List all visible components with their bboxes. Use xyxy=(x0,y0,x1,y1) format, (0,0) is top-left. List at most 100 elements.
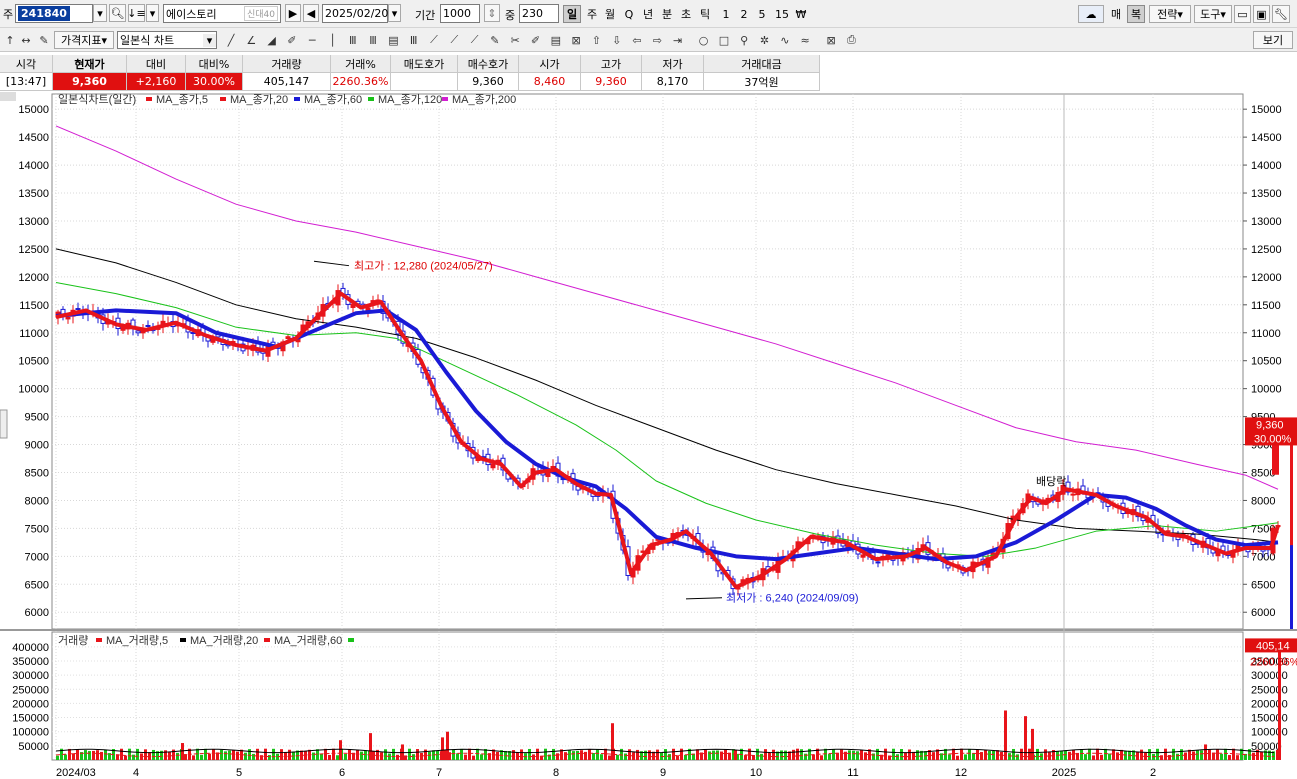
candlestick-chart[interactable]: 6000600065006500700070007500750080008000… xyxy=(0,92,1297,779)
stock-code-input[interactable]: 241840 xyxy=(15,4,93,23)
prev-stock-icon[interactable]: ◀ xyxy=(303,4,319,22)
draw-tool-icon[interactable]: ✐ xyxy=(527,31,545,49)
interval-5[interactable]: 분 xyxy=(658,5,676,23)
volume-bar xyxy=(96,750,99,760)
draw-tool-icon[interactable]: ⟋ xyxy=(445,31,463,49)
interval-12[interactable]: ₩ xyxy=(791,5,811,23)
quote-header: 대비% xyxy=(186,55,243,73)
draw-tool-icon[interactable]: ⚲ xyxy=(735,31,753,49)
next-stock-icon[interactable]: ▶ xyxy=(285,4,301,22)
draw-tool-icon[interactable]: Ⅲ xyxy=(405,31,423,49)
quote-value: 37억원 xyxy=(704,73,820,91)
tools-button[interactable]: 도구 ▾ xyxy=(1194,5,1232,23)
volume-bar xyxy=(568,750,571,760)
draw-tool-icon[interactable]: ≈ xyxy=(796,31,814,49)
volume-bar xyxy=(132,754,135,760)
legend-label: MA_종가,200 xyxy=(452,93,516,106)
interval-2[interactable]: 월 xyxy=(601,5,619,23)
draw-tool-icon[interactable]: ⇥ xyxy=(669,31,687,49)
interval-6[interactable]: 초 xyxy=(677,5,695,23)
draw-tool-icon[interactable]: ⟋ xyxy=(425,31,443,49)
draw-tool-icon[interactable]: ✂ xyxy=(506,31,524,49)
period-input[interactable]: 1000 xyxy=(440,4,480,23)
draw-tool-icon[interactable]: │ xyxy=(324,31,342,49)
cloud-icon[interactable]: ☁ xyxy=(1078,5,1104,23)
volume-bar xyxy=(304,751,307,760)
volume-tick-label: 300000 xyxy=(1251,670,1288,682)
price-tick-label-left: 9500 xyxy=(25,412,49,424)
strategy-button[interactable]: 전략 ▾ xyxy=(1149,5,1191,23)
interval-3[interactable]: Q xyxy=(620,5,638,23)
draw-tool-icon[interactable]: ○ xyxy=(695,31,713,49)
draw-tool-icon[interactable]: ▤ xyxy=(384,31,402,49)
date-dropdown-icon[interactable]: ▾ xyxy=(388,4,401,22)
draw-tool-icon[interactable]: □ xyxy=(715,31,733,49)
interval-11[interactable]: 15 xyxy=(772,5,792,23)
price-tick-label: 15000 xyxy=(1251,104,1282,116)
sort-icon[interactable]: ↓≡ xyxy=(127,4,146,22)
draw-tool-icon[interactable]: ⊠ xyxy=(567,31,585,49)
draw-tool-icon[interactable]: ✲ xyxy=(756,31,774,49)
expand-icon[interactable]: ↔ xyxy=(17,31,35,49)
draw-tool-icon[interactable]: Ⅲ xyxy=(364,31,382,49)
quote-value: 9,360 xyxy=(458,73,519,91)
volume-bar xyxy=(1232,748,1235,760)
sort-dropdown-icon[interactable]: ▾ xyxy=(146,4,159,22)
price-tick-label-left: 8000 xyxy=(25,495,49,507)
volume-bar xyxy=(840,749,843,760)
interval-7[interactable]: 틱 xyxy=(696,5,714,23)
draw-tool-icon[interactable]: ∠ xyxy=(242,31,260,49)
draw-tool-icon[interactable]: ⇩ xyxy=(608,31,626,49)
draw-tool-icon[interactable]: ✎ xyxy=(486,31,504,49)
price-tick-label-left: 8500 xyxy=(25,467,49,479)
interval-10[interactable]: 5 xyxy=(753,5,771,23)
code-dropdown-icon[interactable]: ▾ xyxy=(93,4,107,22)
draw-tool-icon[interactable]: ⇧ xyxy=(587,31,605,49)
draw-tool-icon[interactable]: ╱ xyxy=(222,31,240,49)
date-input[interactable]: 2025/02/20 xyxy=(322,4,388,23)
folder-icon[interactable]: ▭ xyxy=(1234,5,1251,23)
volume-bar xyxy=(520,749,523,760)
interval-1[interactable]: 주 xyxy=(583,5,601,23)
wrench-icon[interactable]: 🔧︎ xyxy=(1272,5,1290,23)
volume-bar xyxy=(1224,748,1227,760)
chart-type-select[interactable]: 일본식 차트 ▾ xyxy=(117,31,217,49)
code-label: 주 xyxy=(3,8,14,21)
view-button[interactable]: 보기 xyxy=(1253,31,1293,49)
draw-tool-icon[interactable]: ⇨ xyxy=(648,31,666,49)
draw-tool-icon[interactable]: ─ xyxy=(303,31,321,49)
volume-legend-label: MA_거래량,20 xyxy=(190,634,258,647)
volume-bar xyxy=(204,748,207,760)
save-icon[interactable]: ▣ xyxy=(1253,5,1270,23)
draw-tool-icon[interactable]: ⟋ xyxy=(466,31,484,49)
draw-tool-icon[interactable]: ⎙ xyxy=(842,31,860,49)
strategy-label: 전략 xyxy=(1157,8,1178,21)
last-change-label: 30.00% xyxy=(1254,433,1292,445)
volume-bar xyxy=(408,748,411,760)
draw-tool-icon[interactable]: ▤ xyxy=(547,31,565,49)
interval-9[interactable]: 2 xyxy=(735,5,753,23)
interval-4[interactable]: 년 xyxy=(639,5,657,23)
search-icon[interactable]: 🔍︎ xyxy=(109,4,126,22)
draw-tool-icon[interactable]: ◢ xyxy=(263,31,281,49)
draw-tool-icon[interactable]: ✐ xyxy=(283,31,301,49)
indicator-button[interactable]: 가격지표 ▾ xyxy=(54,31,114,49)
stock-name-field[interactable]: 에이스토리 신대40 xyxy=(163,4,281,23)
volume-bar xyxy=(1176,753,1179,760)
volume-bar xyxy=(876,748,879,760)
volume-bar xyxy=(1028,748,1031,760)
right-btn-1[interactable]: 복 xyxy=(1127,5,1145,23)
spinner-icon[interactable]: ⇕ xyxy=(484,4,500,22)
interval-0[interactable]: 일 xyxy=(563,5,581,23)
draw-tool-icon[interactable]: Ⅲ xyxy=(344,31,362,49)
quote-value: 30.00% xyxy=(186,73,243,91)
right-btn-0[interactable]: 매 xyxy=(1107,5,1125,23)
zoom-input[interactable]: 230 xyxy=(519,4,559,23)
credit-badge: 신대40 xyxy=(243,6,278,21)
draw-tool-icon[interactable]: ⊠ xyxy=(822,31,840,49)
candle-body xyxy=(1070,493,1076,496)
interval-8[interactable]: 1 xyxy=(717,5,735,23)
draw-tool-icon[interactable]: ∿ xyxy=(776,31,794,49)
draw-tool-icon[interactable]: ⇦ xyxy=(628,31,646,49)
edit-icon[interactable]: ✎ xyxy=(35,31,53,49)
